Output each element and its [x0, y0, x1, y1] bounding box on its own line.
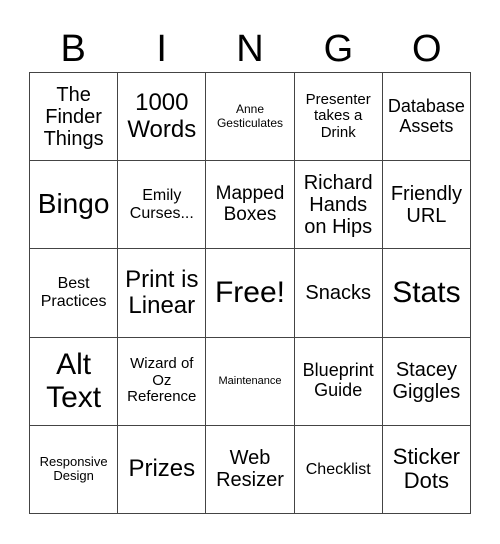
bingo-cell[interactable]: Blueprint Guide — [294, 337, 383, 426]
header-letter-g: G — [323, 28, 354, 70]
header-letter-n: N — [236, 28, 264, 70]
bingo-cell[interactable]: Maintenance — [206, 337, 295, 426]
bingo-cell[interactable]: Richard Hands on Hips — [294, 161, 383, 250]
bingo-cell[interactable]: Prizes — [118, 425, 207, 514]
bingo-cell[interactable]: Mapped Boxes — [206, 161, 295, 250]
bingo-cell[interactable]: Wizard of Oz Reference — [118, 337, 207, 426]
header-letter-i: I — [156, 28, 167, 70]
bingo-cell[interactable]: Database Assets — [382, 73, 471, 162]
bingo-card-grid: The Finder Things 1000 Words Anne Gestic… — [29, 72, 471, 514]
bingo-cell[interactable]: 1000 Words — [118, 73, 207, 162]
bingo-header: B I N G O — [29, 22, 471, 76]
bingo-cell[interactable]: Print is Linear — [118, 249, 207, 338]
bingo-cell[interactable]: Alt Text — [30, 337, 119, 426]
header-letter-b: B — [60, 28, 86, 70]
header-letter-o: O — [412, 28, 442, 70]
bingo-cell[interactable]: Web Resizer — [206, 425, 295, 514]
bingo-cell[interactable]: Best Practices — [30, 249, 119, 338]
bingo-cell[interactable]: Snacks — [294, 249, 383, 338]
bingo-cell[interactable]: Anne Gesticulates — [206, 73, 295, 162]
bingo-cell[interactable]: The Finder Things — [30, 73, 119, 162]
bingo-cell[interactable]: Friendly URL — [382, 161, 471, 250]
bingo-cell[interactable]: Presenter takes a Drink — [294, 73, 383, 162]
bingo-cell[interactable]: Sticker Dots — [382, 425, 471, 514]
bingo-cell[interactable]: Stacey Giggles — [382, 337, 471, 426]
bingo-cell-free[interactable]: Free! — [206, 249, 295, 338]
bingo-cell[interactable]: Checklist — [294, 425, 383, 514]
bingo-cell[interactable]: Emily Curses... — [118, 161, 207, 250]
bingo-cell[interactable]: Bingo — [30, 161, 119, 250]
bingo-cell[interactable]: Responsive Design — [30, 425, 119, 514]
bingo-cell[interactable]: Stats — [382, 249, 471, 338]
